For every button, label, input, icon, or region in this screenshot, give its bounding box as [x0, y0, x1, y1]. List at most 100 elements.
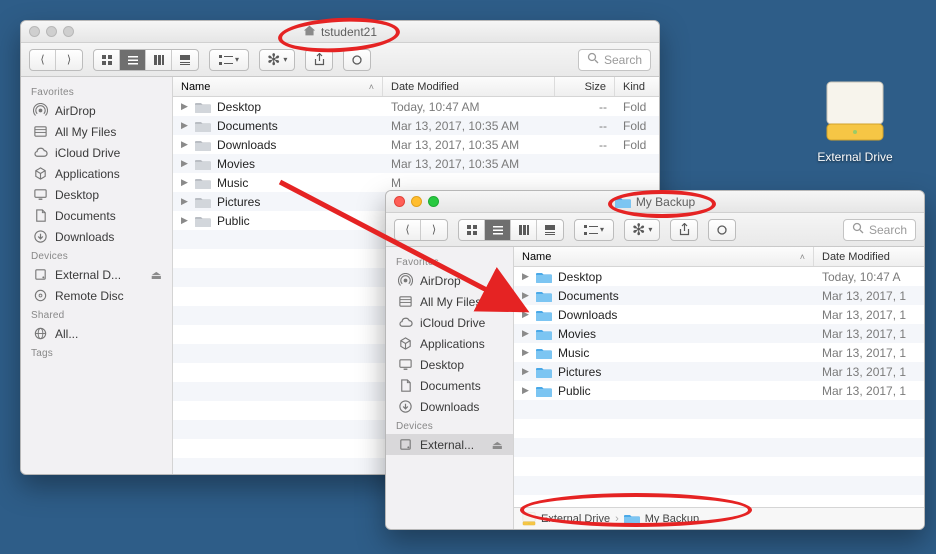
table-row[interactable]: ▶DocumentsMar 13, 2017, 1 — [514, 286, 924, 305]
column-size[interactable]: Size — [555, 77, 615, 96]
coverflow-view-button[interactable] — [537, 220, 563, 240]
sidebar-item[interactable]: Applications — [386, 333, 513, 354]
table-row[interactable]: ▶DownloadsMar 13, 2017, 1 — [514, 305, 924, 324]
file-date: Mar 13, 2017, 1 — [814, 365, 924, 379]
sidebar-item[interactable]: Desktop — [386, 354, 513, 375]
sidebar-item[interactable]: Applications — [21, 163, 172, 184]
arrange-button[interactable]: ▾ — [210, 50, 248, 70]
table-row[interactable]: ▶DocumentsMar 13, 2017, 10:35 AM--Fold — [173, 116, 659, 135]
desktop-drive-label: External Drive — [800, 150, 910, 164]
sidebar-item[interactable]: AirDrop — [386, 270, 513, 291]
disclosure-triangle-icon[interactable]: ▶ — [522, 385, 530, 396]
column-name[interactable]: Name˄ — [514, 247, 814, 266]
file-name: Public — [217, 214, 250, 228]
sidebar-item[interactable]: iCloud Drive — [21, 142, 172, 163]
disclosure-triangle-icon[interactable]: ▶ — [181, 196, 189, 207]
disclosure-triangle-icon[interactable]: ▶ — [522, 290, 530, 301]
sidebar-item[interactable]: Downloads — [21, 226, 172, 247]
sidebar-item[interactable]: Remote Disc — [21, 285, 172, 306]
path-crumb-folder[interactable]: My Backup — [624, 512, 699, 525]
column-headers[interactable]: Name˄ Date Modified Size Kind — [173, 77, 659, 97]
share-button[interactable] — [670, 219, 698, 241]
file-size: -- — [555, 100, 615, 114]
titlebar[interactable]: My Backup — [386, 191, 924, 213]
disclosure-triangle-icon[interactable]: ▶ — [181, 120, 189, 131]
sidebar-item[interactable]: All My Files — [386, 291, 513, 312]
folder-icon — [615, 195, 631, 208]
finder-window-backup[interactable]: My Backup ⟨ ⟩ ▾ ✻▾ Search FavoritesAirDr… — [385, 190, 925, 530]
disclosure-triangle-icon[interactable]: ▶ — [522, 309, 530, 320]
disclosure-triangle-icon[interactable]: ▶ — [181, 158, 189, 169]
table-row[interactable]: ▶DownloadsMar 13, 2017, 10:35 AM--Fold — [173, 135, 659, 154]
sidebar-item-label: Desktop — [420, 358, 464, 372]
forward-button[interactable]: ⟩ — [56, 50, 82, 70]
disclosure-triangle-icon[interactable]: ▶ — [522, 366, 530, 377]
icon-view-button[interactable] — [94, 50, 120, 70]
table-row[interactable]: ▶MusicMar 13, 2017, 1 — [514, 343, 924, 362]
file-date: Mar 13, 2017, 1 — [814, 384, 924, 398]
action-menu[interactable]: ✻▾ — [259, 49, 295, 71]
search-field[interactable]: Search — [843, 219, 916, 241]
list-view-button[interactable] — [485, 220, 511, 240]
tags-button[interactable] — [343, 49, 371, 71]
sidebar-item[interactable]: Documents — [386, 375, 513, 396]
disclosure-triangle-icon[interactable]: ▶ — [181, 215, 189, 226]
coverflow-view-button[interactable] — [172, 50, 198, 70]
table-row[interactable]: ▶DesktopToday, 10:47 AM--Fold — [173, 97, 659, 116]
column-date[interactable]: Date Modified — [814, 247, 924, 266]
column-name[interactable]: Name˄ — [173, 77, 383, 96]
table-row[interactable]: ▶MoviesMar 13, 2017, 1 — [514, 324, 924, 343]
column-headers[interactable]: Name˄ Date Modified — [514, 247, 924, 267]
sidebar-item-label: Documents — [420, 379, 481, 393]
back-button[interactable]: ⟨ — [395, 220, 421, 240]
sidebar-item[interactable]: External D...⏏ — [21, 264, 172, 285]
icon-view-button[interactable] — [459, 220, 485, 240]
table-row[interactable]: ▶PublicMar 13, 2017, 1 — [514, 381, 924, 400]
file-name: Desktop — [217, 100, 261, 114]
disclosure-triangle-icon[interactable]: ▶ — [522, 271, 530, 282]
file-name: Pictures — [217, 195, 260, 209]
list-view-button[interactable] — [120, 50, 146, 70]
eject-icon[interactable]: ⏏ — [151, 268, 162, 282]
sidebar-section-header: Favorites — [386, 253, 513, 270]
sidebar-item[interactable]: Desktop — [21, 184, 172, 205]
file-size: -- — [555, 119, 615, 133]
desktop-icon — [33, 187, 48, 202]
table-row[interactable]: ▶MoviesMar 13, 2017, 10:35 AM — [173, 154, 659, 173]
sidebar-item[interactable]: Documents — [21, 205, 172, 226]
sidebar-item[interactable]: All My Files — [21, 121, 172, 142]
column-view-button[interactable] — [511, 220, 537, 240]
column-kind[interactable]: Kind — [615, 77, 659, 96]
forward-button[interactable]: ⟩ — [421, 220, 447, 240]
desktop-icon — [398, 357, 413, 372]
arrange-button[interactable]: ▾ — [575, 220, 613, 240]
sidebar-item[interactable]: iCloud Drive — [386, 312, 513, 333]
disclosure-triangle-icon[interactable]: ▶ — [522, 328, 530, 339]
table-row[interactable]: ▶DesktopToday, 10:47 A — [514, 267, 924, 286]
titlebar[interactable]: tstudent21 — [21, 21, 659, 43]
disclosure-triangle-icon[interactable]: ▶ — [522, 347, 530, 358]
back-button[interactable]: ⟨ — [30, 50, 56, 70]
disclosure-triangle-icon[interactable]: ▶ — [181, 101, 189, 112]
disclosure-triangle-icon[interactable]: ▶ — [181, 177, 189, 188]
table-row[interactable]: ▶PicturesMar 13, 2017, 1 — [514, 362, 924, 381]
sidebar-item-label: External... — [420, 438, 474, 452]
disclosure-triangle-icon[interactable]: ▶ — [181, 139, 189, 150]
desktop-drive[interactable]: External Drive — [800, 80, 910, 164]
sidebar-item[interactable]: All... — [21, 323, 172, 344]
search-field[interactable]: Search — [578, 49, 651, 71]
sidebar-item[interactable]: AirDrop — [21, 100, 172, 121]
column-date[interactable]: Date Modified — [383, 77, 555, 96]
sidebar-item-label: iCloud Drive — [55, 146, 120, 160]
share-button[interactable] — [305, 49, 333, 71]
tags-button[interactable] — [708, 219, 736, 241]
action-menu[interactable]: ✻▾ — [624, 219, 660, 241]
path-bar[interactable]: External Drive › My Backup — [514, 507, 924, 529]
sidebar-item[interactable]: Downloads — [386, 396, 513, 417]
path-crumb-drive[interactable]: External Drive — [522, 512, 610, 526]
sidebar-item-label: iCloud Drive — [420, 316, 485, 330]
column-view-button[interactable] — [146, 50, 172, 70]
eject-icon[interactable]: ⏏ — [492, 438, 503, 452]
sidebar-item[interactable]: External... ⏏ — [386, 434, 513, 455]
folder-icon — [536, 270, 552, 283]
